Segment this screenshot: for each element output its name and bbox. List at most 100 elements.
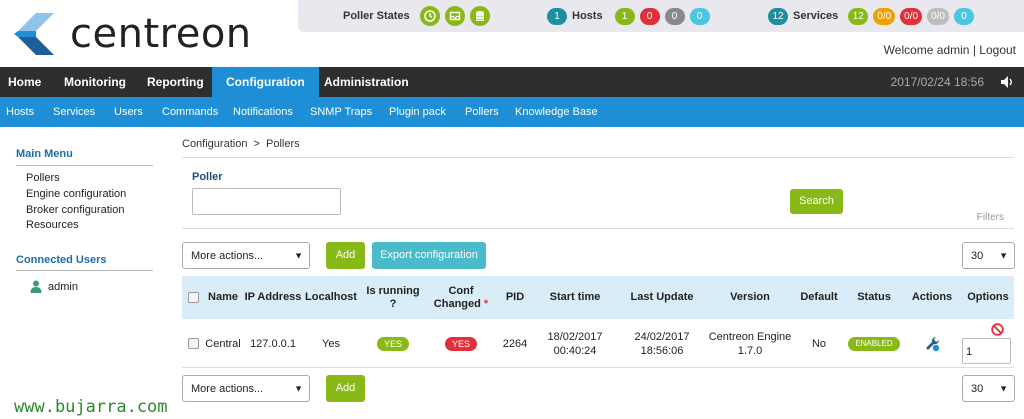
poller-search-input[interactable] [192,188,341,215]
subnav-snmp-traps[interactable]: SNMP Traps [310,97,372,127]
col-start-time[interactable]: Start time [540,276,610,319]
top-header: centreon Poller States 1 Hosts 1 0 0 0 1… [0,0,1024,67]
cell-actions [904,319,960,368]
hosts-count[interactable]: 1 [547,7,567,25]
search-button[interactable]: Search [790,189,843,214]
connected-user-name: admin [48,280,78,293]
add-button-bottom[interactable]: Add [326,375,365,402]
col-options: Options [967,291,1009,303]
breadcrumb-separator: > [253,138,260,150]
duplicate-count-input[interactable]: 1 [962,338,1011,364]
cell-options: 1 [962,319,1014,368]
services-label: Services [793,10,839,22]
breadcrumb-pollers[interactable]: Pollers [266,138,300,150]
breadcrumb: Configuration > Pollers [182,138,300,150]
col-default[interactable]: Default [794,276,844,319]
row-select-cell [182,319,204,368]
cell-start-time: 18/02/2017 00:40:24 [540,319,610,368]
speaker-icon[interactable] [1000,75,1014,89]
more-actions-select-bottom[interactable]: More actions... ▼ [182,375,310,402]
status-badge: ENABLED [848,336,900,351]
nav-datetime: 2017/02/24 18:56 [890,75,984,89]
col-name[interactable]: Name [204,276,242,319]
sidebar-item-resources[interactable]: Resources [26,219,79,231]
subnav-pollers[interactable]: Pollers [465,97,499,127]
hosts-up[interactable]: 1 [614,7,635,25]
export-configuration-button[interactable]: Export configuration [372,242,486,269]
logout-link[interactable]: Logout [979,43,1016,57]
subnav-knowledge-base[interactable]: Knowledge Base [515,97,598,127]
page-size-select-bottom[interactable]: 30 ▼ [962,375,1015,402]
cell-conf-changed: YES [427,319,495,368]
more-actions-select-top[interactable]: More actions... ▼ [182,242,310,269]
cell-localhost: Yes [322,337,340,350]
breadcrumb-configuration[interactable]: Configuration [182,138,247,150]
services-count[interactable]: 12 [768,7,788,25]
user-icon [30,280,42,293]
col-localhost[interactable]: Localhost [302,276,360,319]
subnav-plugin-pack[interactable]: Plugin pack [389,97,446,127]
select-all-checkbox[interactable] [187,292,199,303]
col-ip-address[interactable]: IP Address [244,276,302,319]
clock-icon[interactable] [419,6,440,26]
chevron-down-icon: ▼ [294,250,303,260]
subnav-hosts[interactable]: Hosts [6,97,34,127]
main-menu-title: Main Menu [16,148,73,160]
update-clock: 18:56:06 [640,344,684,357]
col-conf-changed[interactable]: Conf Changed * [427,276,495,319]
sidebar-item-pollers[interactable]: Pollers [26,172,60,184]
row-checkbox[interactable] [187,338,199,349]
update-date: 24/02/2017 [634,330,690,343]
duplicate-count-value: 1 [966,346,973,358]
sub-nav: Hosts Services Users Commands Notificati… [0,97,1024,127]
subnav-users[interactable]: Users [114,97,143,127]
chevron-down-icon: ▼ [294,383,303,393]
connected-user[interactable]: admin [30,280,78,293]
sidebar-item-broker-configuration[interactable]: Broker configuration [26,204,124,216]
conf-changed-badge: YES [444,336,477,351]
col-pid[interactable]: PID [498,276,532,319]
main-nav: Home Monitoring Reporting Configuration … [0,67,1024,97]
wrench-icon[interactable] [923,335,941,353]
inbox-icon[interactable] [444,6,465,26]
subnav-commands[interactable]: Commands [162,97,218,127]
nav-home[interactable]: Home [0,67,49,97]
table-header: Name IP Address Localhost Is running ? C… [182,276,1014,319]
col-version[interactable]: Version [710,276,790,319]
add-button-top[interactable]: Add [326,242,365,269]
subnav-notifications[interactable]: Notifications [233,97,293,127]
subnav-services[interactable]: Services [53,97,95,127]
services-ok[interactable]: 12 [848,7,869,25]
nav-administration[interactable]: Administration [316,67,417,97]
centreon-logo[interactable]: centreon [14,10,252,58]
hosts-down[interactable]: 0 [639,7,660,25]
col-status[interactable]: Status [848,276,900,319]
disable-icon[interactable] [991,323,1004,336]
hosts-label: Hosts [572,10,603,22]
cell-name[interactable]: Central [204,319,242,368]
select-all-cell [182,276,204,319]
database-icon[interactable] [469,6,490,26]
filters-label[interactable]: Filters [977,212,1004,223]
page-size-value: 30 [971,383,984,395]
nav-reporting[interactable]: Reporting [139,67,212,97]
services-unknown[interactable]: 0/0 [927,7,949,25]
services-warning[interactable]: 0/0 [873,7,896,25]
centreon-logo-icon [14,13,54,55]
services-critical[interactable]: 0/0 [900,7,923,25]
nav-monitoring[interactable]: Monitoring [56,67,134,97]
cell-pid: 2264 [502,337,528,350]
col-last-update[interactable]: Last Update [622,276,702,319]
sidebar-item-engine-configuration[interactable]: Engine configuration [26,188,126,200]
cell-version: Centreon Engine 1.7.0 [704,319,796,368]
nav-configuration[interactable]: Configuration [212,67,319,97]
col-is-running[interactable]: Is running ? [362,276,424,319]
services-pending[interactable]: 0 [953,7,974,25]
hosts-pending[interactable]: 0 [689,7,710,25]
connected-users-title: Connected Users [16,254,107,266]
welcome-bar: Welcome admin | Logout [884,43,1016,57]
hosts-unreachable[interactable]: 0 [664,7,685,25]
table-row[interactable]: Central 127.0.0.1 Yes YES YES 2264 18/02… [182,319,1014,368]
page-size-select-top[interactable]: 30 ▼ [962,242,1015,269]
start-date: 18/02/2017 [547,330,603,343]
